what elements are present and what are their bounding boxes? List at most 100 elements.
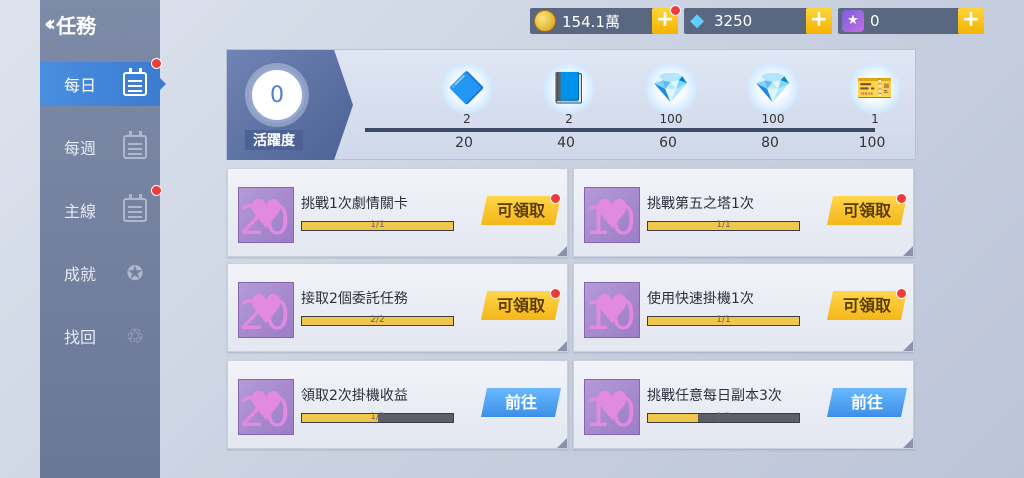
reward-amount: 20 (239, 198, 290, 244)
gold-coin-icon (534, 10, 556, 32)
chevron-left-icon: ‹‹ (44, 11, 56, 37)
milestone-reward-20[interactable]: 🔷 2 (437, 62, 497, 126)
task-progress-bar: 1/2 (301, 412, 454, 423)
claim-button[interactable]: 可領取 (481, 196, 561, 225)
wreath-star-icon: ✪ (126, 261, 144, 285)
milestone-mark: 40 (557, 135, 575, 151)
calendar-icon (122, 194, 148, 223)
activity-track (365, 128, 875, 132)
progress-text: 1/2 (370, 412, 385, 422)
go-button[interactable]: 前往 (827, 388, 907, 417)
heart-reward-icon: ♥ 10 (584, 282, 640, 338)
sidebar-item-daily[interactable]: 每日 (40, 62, 166, 106)
progress-text: 1/1 (716, 315, 731, 325)
heart-reward-icon: ♥ 20 (238, 282, 294, 338)
progress-text: 1/3 (716, 412, 731, 422)
sidebar-item-label: 找回 (64, 328, 97, 347)
ticket-icon: 🎫 (849, 62, 901, 114)
sidebar-item-recover[interactable]: 找回 ♲ (40, 314, 160, 358)
task-card: ♥ 10 使用快速掛機1次 1/1 可領取 (573, 263, 914, 352)
progress-text: 1/1 (716, 220, 731, 230)
sidebar-item-weekly[interactable]: 每週 (40, 125, 160, 169)
reward-qty: 100 (659, 112, 683, 126)
sidebar-item-label: 每日 (64, 76, 97, 95)
sidebar-item-label: 成就 (64, 265, 97, 284)
activity-panel: 0 活躍度 🔷 2 📘 2 💎 100 💎 100 🎫 1 20 40 60 8… (226, 49, 916, 160)
task-card: ♥ 10 挑戰第五之塔1次 1/1 可領取 (573, 168, 914, 257)
task-card: ♥ 20 領取2次掛機收益 1/2 前往 (227, 360, 568, 449)
heart-reward-icon: ♥ 20 (238, 187, 294, 243)
reward-amount: 10 (585, 390, 636, 436)
notification-dot (896, 288, 907, 299)
reward-qty: 1 (871, 112, 879, 126)
task-progress-bar: 1/1 (301, 220, 454, 231)
card-corner (557, 246, 567, 256)
reward-amount: 20 (239, 390, 290, 436)
milestone-reward-40[interactable]: 📘 2 (539, 62, 599, 126)
star-gem-icon: ★ (842, 10, 864, 32)
claim-button[interactable]: 可領取 (827, 291, 907, 320)
progress-text: 1/1 (370, 220, 385, 230)
reward-amount: 10 (585, 293, 636, 339)
task-title: 使用快速掛機1次 (647, 291, 754, 307)
heart-reward-icon: ♥ 10 (584, 187, 640, 243)
calendar-icon (122, 68, 148, 97)
milestone-reward-60[interactable]: 💎 100 (641, 62, 701, 126)
gold-value: 154.1萬 (562, 12, 620, 31)
notification-dot (550, 193, 561, 204)
blue-crystal-icon: 🔷 (441, 62, 493, 114)
task-progress-bar: 1/1 (647, 315, 800, 326)
reward-qty: 100 (761, 112, 785, 126)
milestone-mark: 20 (455, 135, 473, 151)
claim-button[interactable]: 可領取 (481, 291, 561, 320)
currency-star: ★ 0 + (838, 8, 984, 34)
add-diamond-button[interactable]: + (806, 8, 832, 34)
reward-amount: 10 (585, 198, 636, 244)
diamond-value: 3250 (714, 12, 753, 30)
task-card: ♥ 20 接取2個委託任務 2/2 可領取 (227, 263, 568, 352)
task-card: ♥ 20 挑戰1次劇情關卡 1/1 可領取 (227, 168, 568, 257)
blue-book-icon: 📘 (543, 62, 595, 114)
progress-text: 2/2 (370, 315, 385, 325)
task-title: 挑戰1次劇情關卡 (301, 196, 408, 212)
sidebar-item-label: 每週 (64, 139, 97, 158)
activity-value: 0 (249, 67, 305, 123)
task-title: 挑戰第五之塔1次 (647, 196, 754, 212)
sidebar-item-main[interactable]: 主線 (40, 188, 160, 232)
heart-reward-icon: ♥ 10 (584, 379, 640, 435)
sidebar-item-label: 主線 (64, 202, 97, 221)
calendar-icon (122, 131, 148, 160)
go-button[interactable]: 前往 (481, 388, 561, 417)
task-progress-bar: 1/1 (647, 220, 800, 231)
diamond-icon: 💎 (645, 62, 697, 114)
milestone-mark: 60 (659, 135, 677, 151)
task-progress-bar: 1/3 (647, 412, 800, 423)
task-title: 領取2次掛機收益 (301, 388, 408, 404)
notification-dot (896, 193, 907, 204)
task-progress-bar: 2/2 (301, 315, 454, 326)
hand-recover-icon: ♲ (126, 324, 144, 348)
card-corner (903, 438, 913, 448)
card-corner (557, 438, 567, 448)
activity-label: 活躍度 (245, 130, 303, 150)
card-corner (903, 341, 913, 351)
milestone-mark: 80 (761, 135, 779, 151)
add-star-button[interactable]: + (958, 8, 984, 34)
heart-reward-icon: ♥ 20 (238, 379, 294, 435)
task-card: ♥ 10 挑戰任意每日副本3次 1/3 前往 (573, 360, 914, 449)
task-title: 接取2個委託任務 (301, 291, 408, 307)
task-title: 挑戰任意每日副本3次 (647, 388, 782, 404)
reward-amount: 20 (239, 293, 290, 339)
back-button[interactable]: ‹‹ 任務 (44, 8, 154, 40)
diamond-icon: 💎 (747, 62, 799, 114)
milestone-mark: 100 (858, 135, 886, 151)
notification-dot (550, 288, 561, 299)
reward-qty: 2 (463, 112, 471, 126)
claim-button[interactable]: 可領取 (827, 196, 907, 225)
milestone-reward-100[interactable]: 🎫 1 (845, 62, 905, 126)
sidebar-item-achievement[interactable]: 成就 ✪ (40, 251, 160, 295)
milestone-reward-80[interactable]: 💎 100 (743, 62, 803, 126)
notification-dot (670, 5, 681, 16)
card-corner (903, 246, 913, 256)
diamond-icon: ◆ (690, 10, 704, 31)
